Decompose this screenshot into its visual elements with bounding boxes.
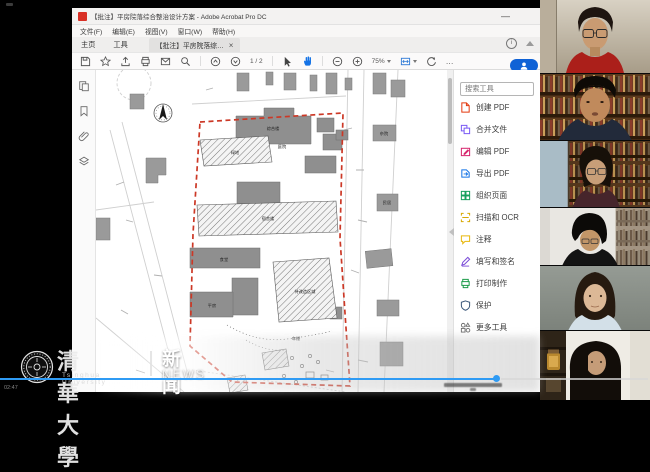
tab-tools[interactable]: 工具 bbox=[104, 38, 136, 52]
menu-window[interactable]: 窗口(W) bbox=[178, 26, 203, 36]
scrollbar-thumb[interactable] bbox=[448, 78, 452, 144]
menu-edit[interactable]: 编辑(E) bbox=[112, 26, 135, 36]
more-tools-icon bbox=[460, 322, 471, 333]
search-tools-input[interactable] bbox=[460, 82, 534, 96]
chevron-down-icon bbox=[413, 60, 417, 63]
map-label: 待改造区域 bbox=[295, 288, 317, 295]
minimize-button[interactable]: — bbox=[501, 12, 510, 21]
tool-export-pdf[interactable]: 导出 PDF bbox=[460, 162, 534, 184]
participant-video-6[interactable] bbox=[540, 330, 650, 400]
fit-width-dropdown[interactable] bbox=[400, 56, 417, 67]
comment-icon bbox=[460, 234, 471, 245]
tab-home[interactable]: 主页 bbox=[72, 38, 104, 52]
university-name-cn: 清華大學 bbox=[57, 344, 82, 472]
tab-close-icon[interactable]: × bbox=[229, 41, 234, 50]
zoom-in-icon[interactable] bbox=[352, 56, 363, 67]
tool-protect[interactable]: 保护 bbox=[460, 294, 534, 316]
tool-fill-sign[interactable]: 填写和签名 bbox=[460, 250, 534, 272]
bookmarks-icon[interactable] bbox=[78, 105, 90, 117]
pdf-app-icon bbox=[78, 12, 87, 21]
tab-document-label: 【批注】平房院落综… bbox=[156, 40, 224, 50]
tool-create-pdf[interactable]: 创建 PDF bbox=[460, 96, 534, 118]
more-tools-icon[interactable]: … bbox=[446, 57, 455, 66]
map-label: 综合楼 bbox=[267, 125, 280, 132]
map-label: 庭院 bbox=[278, 143, 287, 150]
player-timestamp: 02:47 bbox=[4, 385, 18, 391]
chevron-down-icon bbox=[387, 60, 391, 63]
page-thumbnails-icon[interactable] bbox=[78, 80, 90, 92]
tool-edit-pdf[interactable]: 编辑 PDF bbox=[460, 140, 534, 162]
menu-file[interactable]: 文件(F) bbox=[80, 26, 102, 36]
create-pdf-icon bbox=[460, 102, 471, 113]
fit-width-icon bbox=[400, 56, 411, 67]
search-icon[interactable] bbox=[180, 56, 191, 67]
page-up-icon[interactable] bbox=[210, 56, 221, 67]
player-progress-played[interactable] bbox=[0, 378, 497, 380]
player-progress-remaining[interactable] bbox=[501, 378, 648, 380]
title-bar: 【批注】平房院落综合整治设计方案 - Adobe Acrobat Pro DC … bbox=[72, 8, 540, 25]
info-icon[interactable]: i bbox=[506, 38, 517, 49]
watermark-divider bbox=[150, 351, 152, 376]
tool-more-tools[interactable]: 更多工具 bbox=[460, 316, 534, 338]
zoom-out-icon[interactable] bbox=[332, 56, 343, 67]
window-title: 【批注】平房院落综合整治设计方案 - Adobe Acrobat Pro DC bbox=[91, 11, 501, 21]
participant-video-4[interactable] bbox=[540, 207, 650, 265]
blurred-caption bbox=[444, 383, 502, 391]
export-pdf-icon bbox=[460, 168, 471, 179]
participant-strip bbox=[540, 0, 650, 400]
video-frame: 【批注】平房院落综合整治设计方案 - Adobe Acrobat Pro DC … bbox=[0, 0, 650, 400]
participant-video-1[interactable] bbox=[540, 0, 650, 73]
zoom-level-dropdown[interactable]: 75% bbox=[372, 58, 391, 65]
share-icon[interactable] bbox=[120, 56, 131, 67]
tool-scan-ocr[interactable]: 扫描和 OCR bbox=[460, 206, 534, 228]
star-icon[interactable] bbox=[100, 56, 111, 67]
layers-icon[interactable] bbox=[78, 155, 90, 167]
shield-icon bbox=[460, 300, 471, 311]
participant-video-3[interactable] bbox=[540, 140, 650, 207]
tool-comment[interactable]: 注释 bbox=[460, 228, 534, 250]
map-label: 宿舍楼 bbox=[262, 215, 275, 222]
page-indicator[interactable]: 1 / 2 bbox=[250, 58, 263, 65]
scan-ocr-icon bbox=[460, 212, 471, 223]
select-cursor-icon[interactable] bbox=[282, 56, 293, 67]
panel-collapse-icon[interactable] bbox=[449, 228, 454, 236]
menu-bar: 文件(F) 编辑(E) 视图(V) 窗口(W) 帮助(H) bbox=[72, 25, 540, 37]
tool-combine-files[interactable]: 合并文件 bbox=[460, 118, 534, 140]
tool-print-production[interactable]: 打印制作 bbox=[460, 272, 534, 294]
player-top-mark bbox=[6, 3, 13, 6]
player-progress-handle[interactable] bbox=[493, 375, 500, 382]
north-arrow bbox=[154, 104, 172, 122]
menu-help[interactable]: 帮助(H) bbox=[212, 26, 235, 36]
print-icon[interactable] bbox=[140, 56, 151, 67]
person-icon bbox=[519, 61, 529, 71]
tool-organize-pages[interactable]: 组织页面 bbox=[460, 184, 534, 206]
combine-files-icon bbox=[460, 124, 471, 135]
collapse-up-icon[interactable] bbox=[526, 41, 534, 46]
save-icon[interactable] bbox=[80, 56, 91, 67]
page-down-icon[interactable] bbox=[230, 56, 241, 67]
participant-video-2[interactable] bbox=[540, 73, 650, 140]
map-label: 食堂 bbox=[220, 256, 228, 263]
map-label: 平房 bbox=[208, 302, 216, 309]
participant-video-5[interactable] bbox=[540, 265, 650, 330]
mail-icon[interactable] bbox=[160, 56, 171, 67]
hand-tool-icon[interactable] bbox=[302, 55, 313, 67]
menu-view[interactable]: 视图(V) bbox=[145, 26, 168, 36]
fill-sign-icon bbox=[460, 256, 471, 267]
map-label: 杂院 bbox=[380, 130, 389, 137]
rotate-icon[interactable] bbox=[426, 56, 437, 67]
print-production-icon bbox=[460, 278, 471, 289]
map-label: 绿地 bbox=[231, 149, 240, 155]
toolbar: 1 / 2 75% … bbox=[72, 52, 540, 70]
organize-pages-icon bbox=[460, 190, 471, 201]
attachments-icon[interactable] bbox=[78, 130, 90, 142]
tab-document[interactable]: 【批注】平房院落综… × bbox=[149, 38, 241, 52]
tab-bar: 主页 工具 【批注】平房院落综… × i bbox=[72, 37, 540, 52]
pdf-app-window: 【批注】平房院落综合整治设计方案 - Adobe Acrobat Pro DC … bbox=[72, 8, 540, 392]
edit-pdf-icon bbox=[460, 146, 471, 157]
